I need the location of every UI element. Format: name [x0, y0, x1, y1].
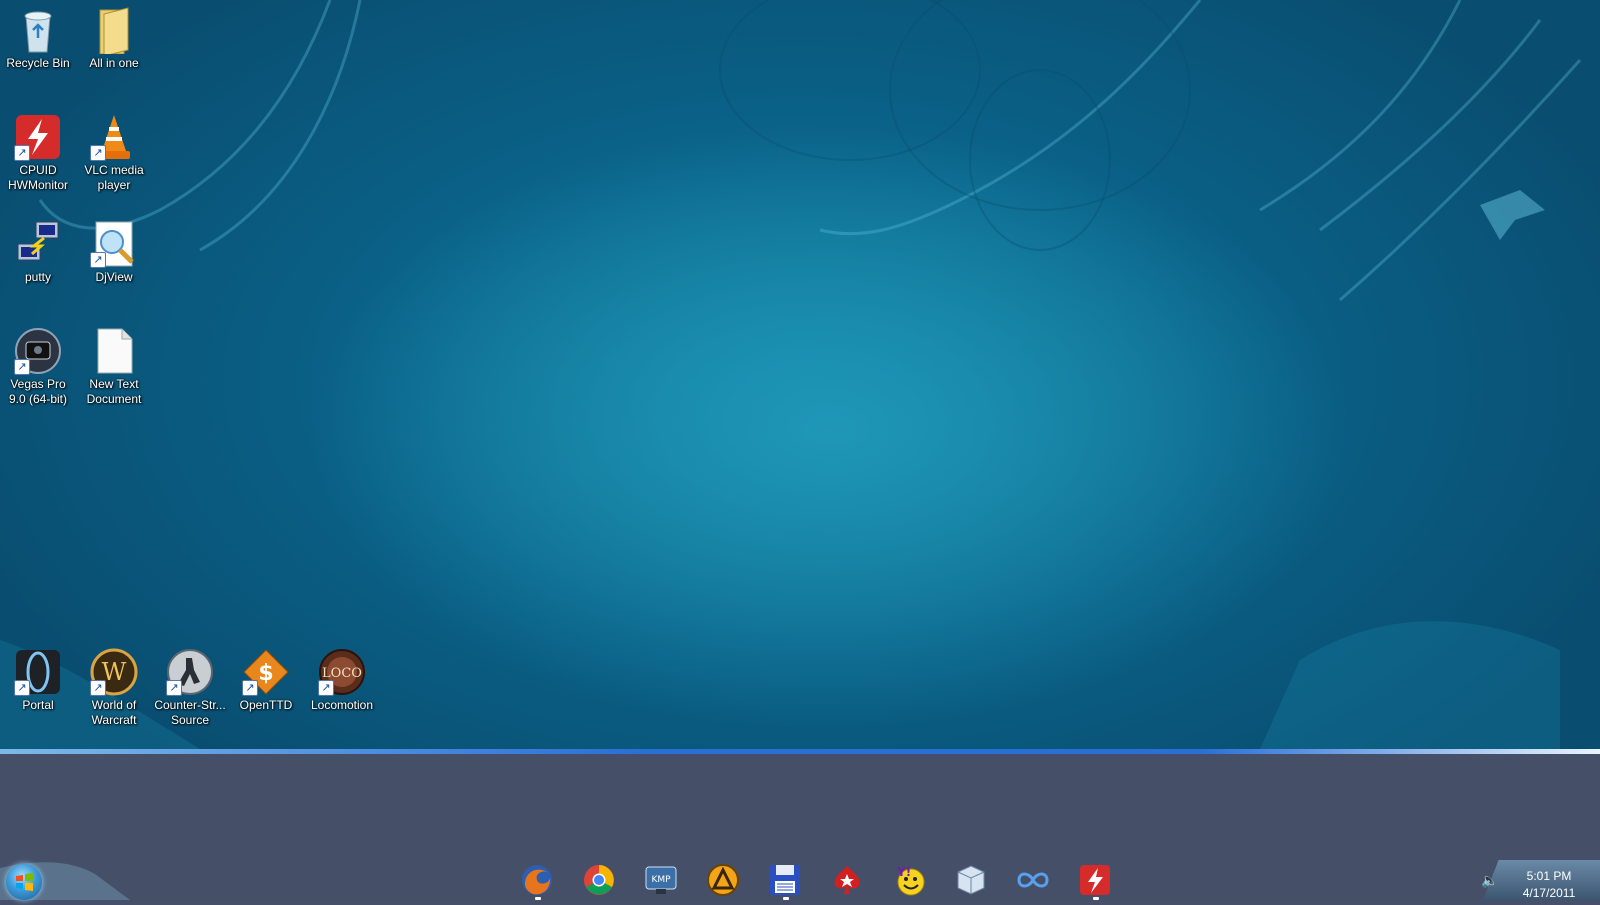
clock-date: 4/17/2011	[1522, 886, 1576, 900]
aimp-icon	[707, 864, 739, 896]
shortcut-arrow-icon: ↗	[242, 680, 258, 696]
start-button[interactable]	[6, 864, 42, 900]
taskbar-chrome[interactable]	[581, 862, 617, 898]
desktop-icon-label: Counter-Str... Source	[154, 698, 226, 727]
floppy-save-icon	[770, 865, 800, 895]
desktop-icon-label: New Text Document	[86, 377, 142, 406]
speaker-icon[interactable]: 🔈	[1481, 872, 1499, 890]
desktop-icon-label: All in one	[89, 56, 139, 70]
openttd-icon: $ ↗	[242, 648, 290, 696]
shortcut-arrow-icon: ↗	[14, 680, 30, 696]
desktop-icon-label: World of Warcraft	[91, 698, 137, 727]
taskbar-yahoo-messenger[interactable]: Y!	[891, 862, 927, 898]
taskbar-hwmonitor[interactable]	[1077, 862, 1113, 900]
folder-icon	[90, 6, 138, 57]
taskbar-save[interactable]	[767, 862, 803, 900]
desktop-icon-label: Recycle Bin	[6, 56, 70, 70]
vegas-pro-icon: ↗	[14, 327, 62, 375]
shortcut-arrow-icon: ↗	[14, 359, 30, 375]
desktop-icon-label: Portal	[22, 698, 54, 712]
desktop-icon-label: DjView	[95, 270, 133, 284]
clock[interactable]: 5:01 PM 4/17/2011	[1508, 868, 1590, 902]
desktop-icon-label: putty	[24, 270, 51, 284]
taskbar-pokerstars[interactable]	[829, 862, 865, 898]
desktop-icon-openttd[interactable]: $ ↗ OpenTTD	[228, 648, 304, 713]
firefox-icon	[522, 865, 552, 895]
desktop-icon-label: OpenTTD	[239, 698, 293, 712]
shortcut-arrow-icon: ↗	[90, 145, 106, 161]
desktop-icon-vlc[interactable]: ↗ VLC media player	[76, 113, 152, 193]
world-of-warcraft-icon: W ↗	[90, 648, 138, 696]
yahoo-messenger-icon: Y!	[896, 865, 925, 896]
desktop-icon-putty[interactable]: putty	[0, 220, 76, 285]
desktop-icon-counter-strike[interactable]: ↗ Counter-Str... Source	[152, 648, 228, 728]
desktop[interactable]: Recycle Bin All in one ↗ CPUID HWMonitor	[0, 0, 1600, 749]
desktop-icon-label: CPUID HWMonitor	[7, 163, 68, 192]
clock-time: 5:01 PM	[1526, 869, 1572, 883]
hwmonitor-icon: ↗	[14, 113, 62, 161]
desktop-icon-cpuid-hwmonitor[interactable]: ↗ CPUID HWMonitor	[0, 113, 76, 193]
desktop-icon-label: Vegas Pro 9.0 (64-bit)	[8, 377, 68, 406]
shortcut-arrow-icon: ↗	[90, 252, 106, 268]
shortcut-arrow-icon: ↗	[318, 680, 334, 696]
svg-text:KMP: KMP	[651, 875, 671, 885]
taskbar-virtualbox[interactable]	[953, 862, 989, 898]
svg-text:Y!: Y!	[896, 865, 911, 879]
counter-strike-icon: ↗	[166, 648, 214, 696]
portal-icon: ↗	[14, 648, 62, 696]
desktop-icon-label: Locomotion	[310, 698, 374, 712]
desktop-icon-portal[interactable]: ↗ Portal	[0, 648, 76, 713]
pokerstars-icon	[834, 866, 860, 894]
shortcut-arrow-icon: ↗	[14, 145, 30, 161]
vlc-icon: ↗	[90, 113, 138, 161]
infinity-icon	[1017, 872, 1049, 888]
locomotion-icon: LOCO ↗	[318, 648, 366, 696]
desktop-icon-vegas-pro[interactable]: ↗ Vegas Pro 9.0 (64-bit)	[0, 327, 76, 407]
recycle-bin-icon	[14, 6, 62, 54]
text-document-icon	[90, 327, 138, 375]
desktop-icon-world-of-warcraft[interactable]: W ↗ World of Warcraft	[76, 648, 152, 728]
taskbar-infinity[interactable]	[1015, 862, 1051, 898]
putty-icon	[14, 220, 62, 268]
taskbar-aimp[interactable]	[705, 862, 741, 898]
kmplayer-icon: KMP	[645, 866, 677, 894]
wallpaper-decoration	[0, 0, 1582, 749]
shortcut-arrow-icon: ↗	[166, 680, 182, 696]
djview-icon: ↗	[90, 220, 138, 268]
desktop-icon-locomotion[interactable]: LOCO ↗ Locomotion	[304, 648, 380, 713]
desktop-icon-all-in-one[interactable]: All in one	[76, 6, 152, 71]
shortcut-arrow-icon: ↗	[90, 680, 106, 696]
svg-text:LOCO: LOCO	[322, 666, 362, 681]
desktop-icon-djview[interactable]: ↗ DjView	[76, 220, 152, 285]
desktop-icon-recycle-bin[interactable]: Recycle Bin	[0, 6, 76, 71]
desktop-icon-new-text-document[interactable]: New Text Document	[76, 327, 152, 407]
svg-text:$: $	[258, 661, 273, 686]
hwmonitor-icon	[1080, 865, 1110, 895]
virtualbox-cube-icon	[957, 865, 985, 895]
windows-start-orb-icon	[16, 873, 33, 891]
taskbar-kmplayer[interactable]: KMP	[643, 862, 679, 898]
chrome-icon	[584, 865, 614, 895]
taskbar-firefox[interactable]	[519, 862, 555, 900]
desktop-icon-label: VLC media player	[84, 163, 144, 192]
